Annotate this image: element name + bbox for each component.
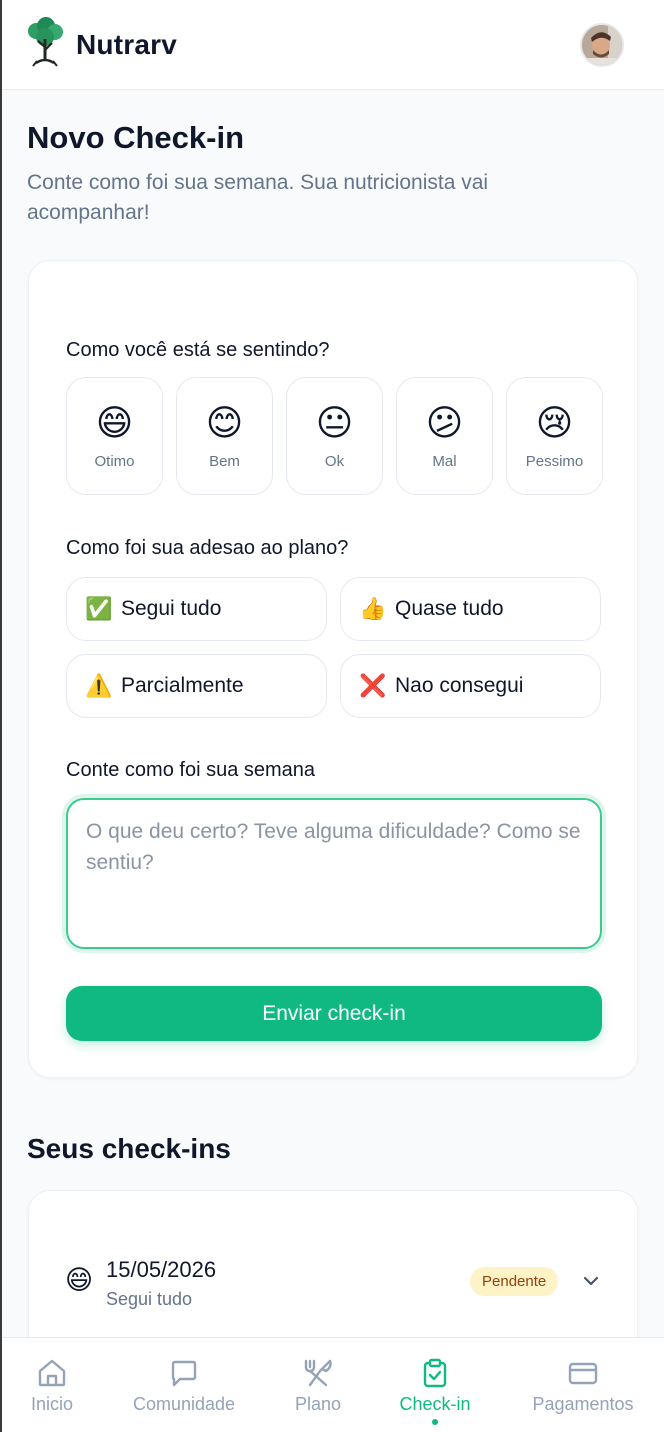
- utensils-icon: [302, 1357, 334, 1389]
- notes-label: Conte como foi sua semana: [66, 759, 316, 781]
- active-indicator: [432, 1419, 438, 1425]
- mood-option-bem[interactable]: 😊 Bem: [176, 377, 273, 495]
- notes-textarea[interactable]: [66, 798, 602, 949]
- history-title: Seus check-ins: [27, 1133, 231, 1164]
- mood-question: Como você está se sentindo?: [66, 339, 330, 361]
- mood-label: Mal: [432, 452, 457, 470]
- nav-item-plano[interactable]: Plano: [291, 1338, 345, 1432]
- mood-options: 😄 Otimo 😊 Bem 😐 Ok 😕 Mal 😢 Pessimo: [66, 377, 603, 495]
- mood-option-ok[interactable]: 😐 Ok: [286, 377, 383, 495]
- nav-item-inicio[interactable]: Inicio: [27, 1338, 77, 1432]
- mood-label: Pessimo: [525, 452, 584, 470]
- checkin-date: 15/05/2026: [106, 1257, 217, 1282]
- nav-label: Pagamentos: [532, 1394, 634, 1414]
- nav-label: Plano: [294, 1394, 342, 1414]
- nav-item-comunidade[interactable]: Comunidade: [128, 1338, 240, 1432]
- adherence-label: Parcialmente: [121, 674, 244, 697]
- credit-card-icon: [567, 1357, 599, 1389]
- adherence-option-quase-tudo[interactable]: 👍 Quase tudo: [340, 577, 601, 641]
- mood-label: Bem: [209, 452, 240, 470]
- adherence-label: Segui tudo: [121, 597, 222, 620]
- grinning-face-icon: 😄: [65, 1265, 94, 1295]
- checkin-form-card: Como você está se sentindo? 😄 Otimo 😊 Be…: [28, 260, 638, 1078]
- chat-icon: [168, 1357, 200, 1389]
- bottom-nav: Inicio Comunidade Plano Check-in Pagamen…: [0, 1337, 664, 1432]
- submit-checkin-button[interactable]: Enviar check-in: [66, 986, 602, 1041]
- status-badge: Pendente: [470, 1267, 559, 1296]
- nav-item-pagamentos[interactable]: Pagamentos: [528, 1338, 638, 1432]
- grinning-face-icon: 😄: [95, 401, 134, 443]
- crying-face-icon: 😢: [535, 401, 574, 443]
- brand[interactable]: Nutrarv: [26, 17, 177, 72]
- thumbs-up-icon: 👍: [359, 596, 387, 621]
- app-name: Nutrarv: [76, 28, 177, 60]
- mood-option-mal[interactable]: 😕 Mal: [396, 377, 493, 495]
- clipboard-check-icon: [419, 1357, 451, 1389]
- adherence-question: Como foi sua adesao ao plano?: [66, 537, 349, 559]
- nav-label: Check-in: [399, 1394, 471, 1414]
- checkin-adherence: Segui tudo: [106, 1289, 193, 1309]
- app-header: Nutrarv: [0, 0, 664, 90]
- mood-option-otimo[interactable]: 😄 Otimo: [66, 377, 163, 495]
- adherence-option-nao-consegui[interactable]: ❌ Nao consegui: [340, 654, 601, 718]
- warning-icon: ⚠️: [85, 673, 113, 698]
- smiling-face-icon: 😊: [205, 401, 244, 443]
- cross-mark-icon: ❌: [359, 673, 387, 698]
- home-icon: [36, 1357, 68, 1389]
- neutral-face-icon: 😐: [315, 401, 354, 443]
- tree-logo-icon: [26, 17, 64, 72]
- nav-item-check-in[interactable]: Check-in: [393, 1338, 477, 1432]
- mood-option-pessimo[interactable]: 😢 Pessimo: [506, 377, 603, 495]
- confused-face-icon: 😕: [425, 401, 464, 443]
- nav-label: Inicio: [30, 1394, 74, 1414]
- mood-label: Otimo: [94, 452, 135, 470]
- avatar[interactable]: [580, 22, 624, 67]
- window-edge: [0, 0, 2, 1432]
- adherence-option-parcialmente[interactable]: ⚠️ Parcialmente: [66, 654, 327, 718]
- check-mark-icon: ✅: [85, 596, 113, 621]
- mood-label: Ok: [324, 452, 345, 470]
- adherence-label: Nao consegui: [395, 674, 524, 697]
- checkin-history-item[interactable]: 😄 15/05/2026 Segui tudo Pendente: [65, 1255, 601, 1311]
- adherence-options: ✅ Segui tudo 👍 Quase tudo ⚠️ Parcialment…: [66, 577, 601, 718]
- adherence-label: Quase tudo: [395, 597, 504, 620]
- page-title: Novo Check-in: [27, 120, 245, 155]
- nav-label: Comunidade: [132, 1394, 236, 1414]
- adherence-option-segui-tudo[interactable]: ✅ Segui tudo: [66, 577, 327, 641]
- chevron-down-icon[interactable]: [581, 1271, 601, 1291]
- page-subtitle: Conte como foi sua semana. Sua nutricion…: [27, 171, 489, 224]
